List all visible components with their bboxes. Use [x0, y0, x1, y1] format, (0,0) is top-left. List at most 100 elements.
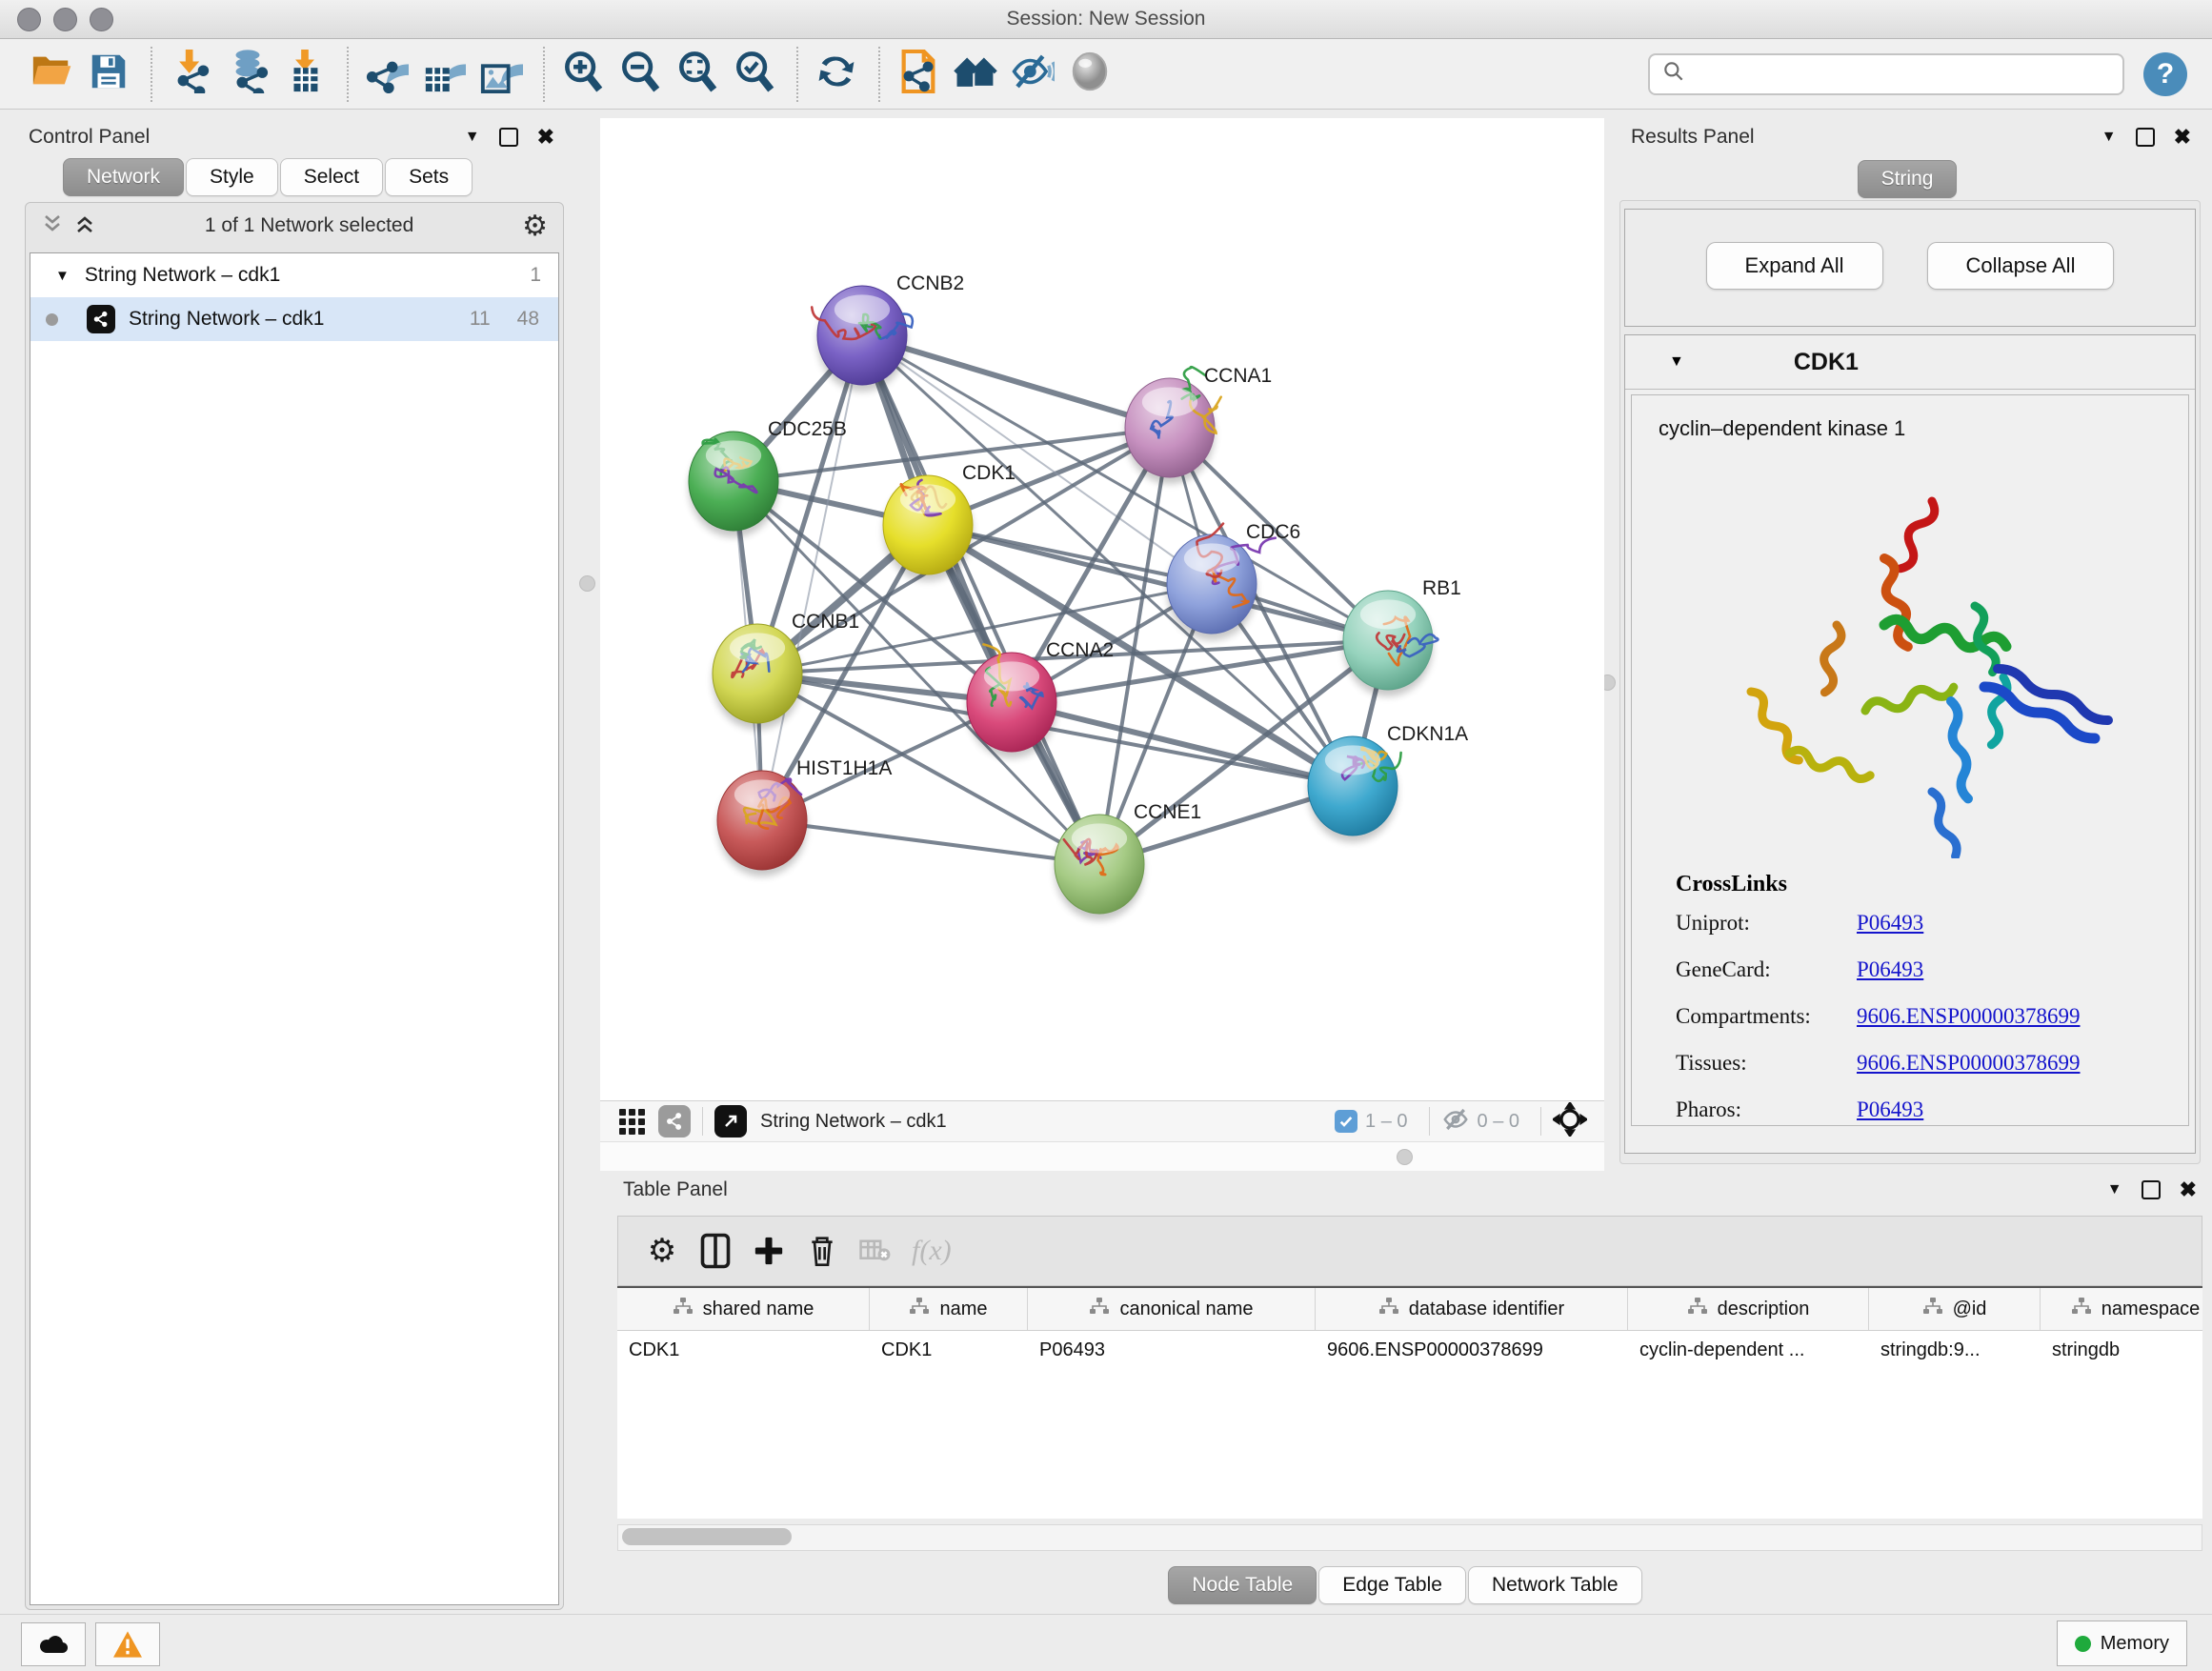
tab-sets[interactable]: Sets [385, 158, 473, 196]
network-canvas[interactable]: CCNB2CCNA1CDC25BCDK1CDC6RB1CCNB1CCNA2CDK… [600, 118, 1604, 1100]
horizontal-splitter[interactable] [600, 1141, 1604, 1171]
export-network-button[interactable] [360, 48, 413, 101]
crosshair-icon[interactable] [1553, 1102, 1587, 1141]
birdseye-grid-icon[interactable] [619, 1109, 645, 1135]
control-panel-float-icon[interactable] [499, 128, 518, 147]
network-node-CDC6[interactable]: CDC6 [1167, 521, 1300, 640]
sphere-button[interactable] [1063, 48, 1116, 101]
column-header-database-identifier[interactable]: database identifier [1316, 1288, 1628, 1330]
network-overview-icon[interactable] [658, 1105, 691, 1137]
apply-layout-button[interactable] [810, 48, 863, 101]
tab-network-table[interactable]: Network Table [1468, 1566, 1642, 1604]
export-table-button[interactable] [417, 48, 471, 101]
column-label: shared name [703, 1299, 814, 1320]
network-collection-label: String Network – cdk1 [85, 264, 280, 287]
network-node-HIST1H1A[interactable]: HIST1H1A [717, 757, 892, 876]
column-header-name[interactable]: name [870, 1288, 1028, 1330]
add-column-icon[interactable] [744, 1226, 794, 1276]
control-panel-menu-caret-icon[interactable]: ▼ [465, 129, 480, 146]
zoom-in-icon [561, 50, 605, 98]
collapse-all-icon[interactable] [41, 212, 64, 240]
export-image-button[interactable] [474, 48, 528, 101]
crosslink-link[interactable]: 9606.ENSP00000378699 [1857, 1051, 2081, 1076]
crosslink-link[interactable]: 9606.ENSP00000378699 [1857, 1004, 2081, 1029]
table-gear-icon[interactable]: ⚙ [637, 1226, 687, 1276]
crosslink-row: Pharos:P06493 [1676, 1097, 2188, 1122]
gear-icon[interactable]: ⚙ [522, 210, 548, 243]
save-session-button[interactable] [82, 48, 135, 101]
node-label-CCNA1: CCNA1 [1204, 365, 1272, 387]
hidden-eye-slash-icon[interactable] [1441, 1105, 1470, 1138]
tab-network[interactable]: Network [63, 158, 184, 196]
detach-view-icon[interactable] [714, 1105, 747, 1137]
results-panel-float-icon[interactable] [2136, 128, 2155, 147]
import-network-file-button[interactable] [164, 48, 217, 101]
table-panel-close-icon[interactable]: ✖ [2180, 1182, 2197, 1198]
gene-section-header[interactable]: ▼ CDK1 [1625, 335, 2195, 390]
network-node-CDKN1A[interactable]: CDKN1A [1308, 723, 1468, 842]
memory-button[interactable]: Memory [2057, 1621, 2187, 1666]
crosslink-link[interactable]: P06493 [1857, 911, 1923, 936]
expand-all-button[interactable]: Expand All [1706, 242, 1883, 290]
columns-icon[interactable] [691, 1226, 740, 1276]
network-file-button[interactable] [892, 48, 945, 101]
column-header-description[interactable]: description [1628, 1288, 1869, 1330]
delete-column-icon[interactable] [797, 1226, 847, 1276]
zoom-out-button[interactable] [613, 48, 667, 101]
left-splitter-handle[interactable] [579, 575, 595, 592]
network-row[interactable]: String Network – cdk1 11 48 [30, 297, 558, 341]
table-horizontal-scrollbar[interactable] [617, 1524, 2202, 1551]
home-button[interactable] [949, 48, 1002, 101]
column-header--id[interactable]: @id [1869, 1288, 2041, 1330]
scrollbar-thumb[interactable] [622, 1528, 792, 1545]
zoom-in-button[interactable] [556, 48, 610, 101]
hide-button[interactable] [1006, 48, 1059, 101]
control-panel-close-icon[interactable]: ✖ [537, 130, 554, 145]
cloud-button[interactable] [21, 1622, 86, 1666]
zoom-selected-button[interactable] [728, 48, 781, 101]
column-header-canonical-name[interactable]: canonical name [1028, 1288, 1316, 1330]
toolbar-separator [347, 47, 349, 102]
search-input[interactable] [1686, 62, 2122, 86]
network-node-RB1[interactable]: RB1 [1343, 577, 1461, 696]
network-node-CDC25B[interactable]: CDC25B [689, 418, 847, 537]
tab-edge-table[interactable]: Edge Table [1318, 1566, 1466, 1604]
table-row[interactable]: CDK1CDK1P064939606.ENSP00000378699cyclin… [617, 1331, 2202, 1369]
tab-style[interactable]: Style [186, 158, 278, 196]
column-header-shared-name[interactable]: shared name [617, 1288, 870, 1330]
column-label: description [1718, 1299, 1810, 1320]
network-collection-row[interactable]: ▼ String Network – cdk1 1 [30, 253, 558, 297]
gene-collapse-icon[interactable]: ▼ [1669, 353, 1684, 371]
tab-node-table[interactable]: Node Table [1168, 1566, 1317, 1604]
crosslink-link[interactable]: P06493 [1857, 957, 1923, 982]
column-type-icon [1089, 1297, 1110, 1321]
selected-checkbox-icon[interactable] [1335, 1110, 1357, 1133]
expand-all-icon[interactable] [73, 212, 96, 240]
tab-select[interactable]: Select [280, 158, 383, 196]
crosslink-label: Uniprot: [1676, 911, 1857, 936]
help-button[interactable]: ? [2143, 52, 2187, 96]
results-panel: Results Panel ▼ ✖ String Expand All Coll… [1610, 118, 2206, 1170]
tab-string[interactable]: String [1858, 160, 1958, 198]
collapse-all-button[interactable]: Collapse All [1927, 242, 2115, 290]
table-panel-float-icon[interactable] [2142, 1180, 2161, 1199]
function-builder-icon[interactable]: f(x) [912, 1235, 952, 1267]
search-icon [1661, 59, 1686, 89]
table-panel-menu-caret-icon[interactable]: ▼ [2107, 1181, 2122, 1198]
warnings-button[interactable] [95, 1622, 160, 1666]
column-header-namespace[interactable]: namespace [2041, 1288, 2202, 1330]
horizontal-splitter-handle[interactable] [1397, 1149, 1413, 1165]
network-node-CCNB2[interactable]: CCNB2 [812, 272, 964, 392]
import-table-button[interactable] [278, 48, 332, 101]
crosslink-link[interactable]: P06493 [1857, 1097, 1923, 1122]
open-session-button[interactable] [25, 48, 78, 101]
results-panel-menu-caret-icon[interactable]: ▼ [2101, 129, 2117, 146]
import-network-database-button[interactable] [221, 48, 274, 101]
tree-expand-icon[interactable]: ▼ [55, 268, 70, 284]
zoom-fit-button[interactable] [671, 48, 724, 101]
network-node-CCNA1[interactable]: CCNA1 [1125, 365, 1272, 484]
search-box[interactable] [1648, 53, 2124, 95]
node-table[interactable]: shared name namecanonical namedatabase id… [617, 1286, 2202, 1519]
results-panel-close-icon[interactable]: ✖ [2174, 130, 2191, 145]
clear-table-icon[interactable] [851, 1226, 900, 1276]
